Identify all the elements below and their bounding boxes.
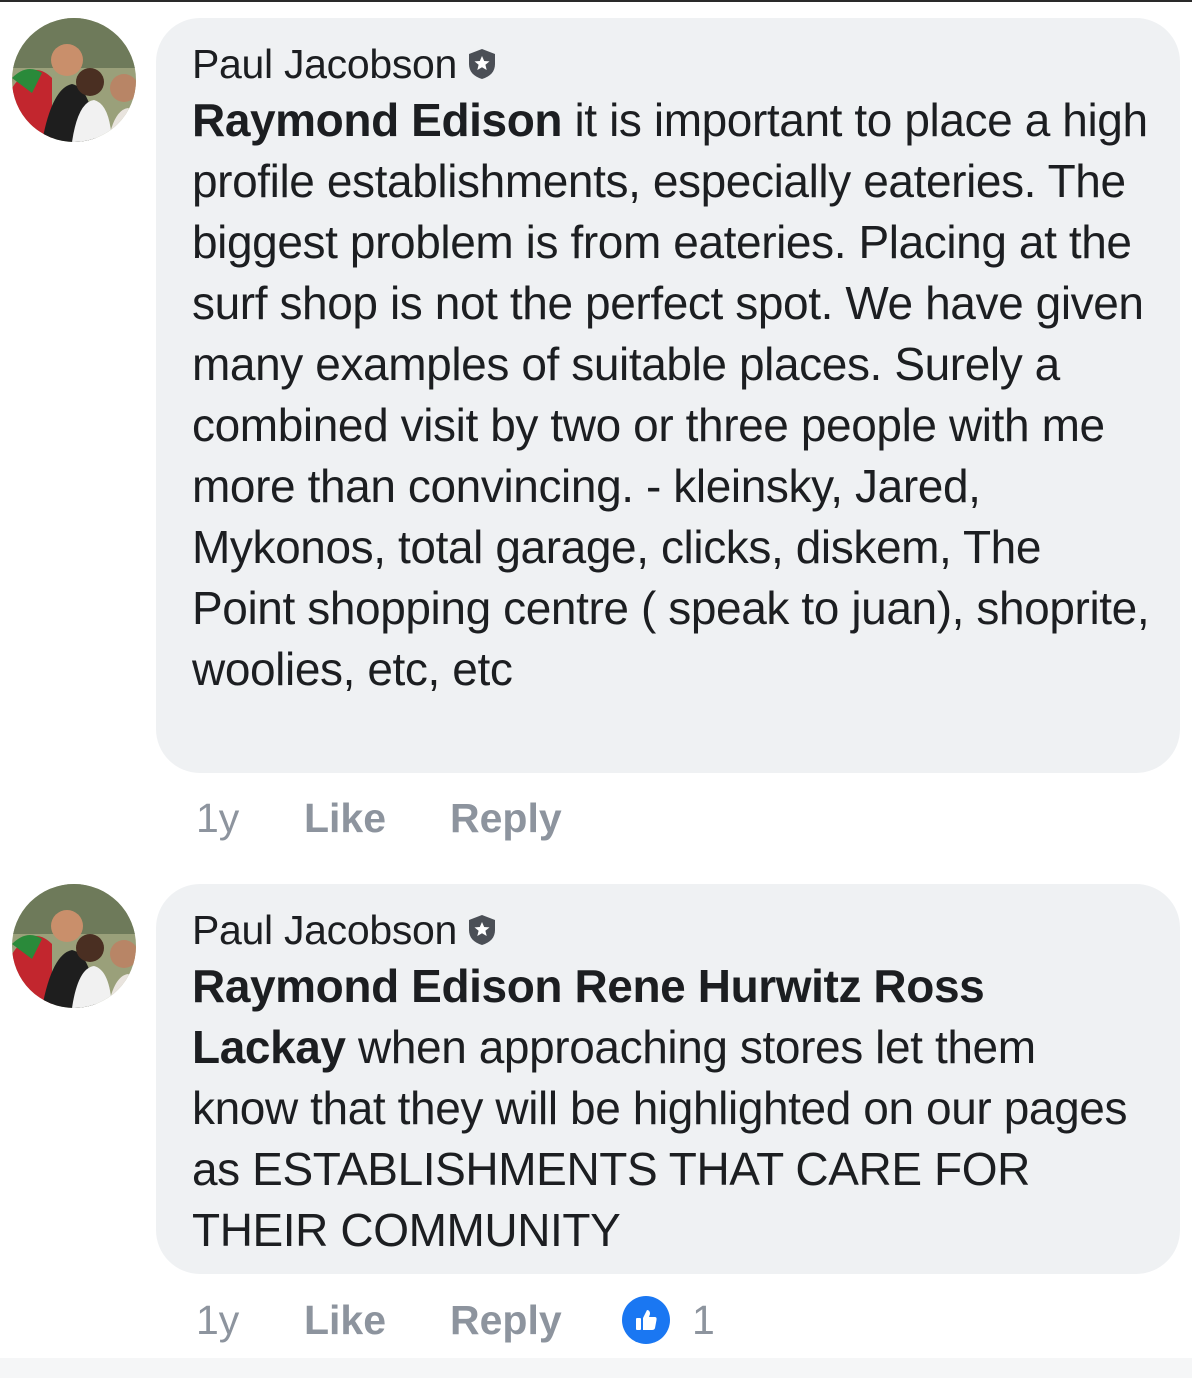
comment-actions: 1y Like Reply 1 (196, 1296, 715, 1344)
comment-text: Raymond Edison it is important to place … (192, 90, 1150, 700)
top-fan-shield-icon (469, 49, 496, 79)
author-name[interactable]: Paul Jacobson (192, 907, 457, 954)
author-name[interactable]: Paul Jacobson (192, 41, 457, 88)
like-thumb-icon (622, 1296, 670, 1344)
like-button[interactable]: Like (304, 1297, 450, 1344)
avatar-photo-icon (12, 884, 136, 1008)
comment-actions: 1y Like Reply (196, 795, 622, 842)
timestamp[interactable]: 1y (196, 1297, 304, 1344)
comment-body: it is important to place a high profile … (192, 94, 1150, 695)
comment-bubble: Paul Jacobson Raymond Edison Rene Hurwit… (156, 884, 1180, 1274)
avatar-photo-icon (12, 18, 136, 142)
avatar[interactable] (12, 884, 136, 1008)
comment-bubble: Paul Jacobson Raymond Edison it is impor… (156, 18, 1180, 773)
avatar[interactable] (12, 18, 136, 142)
reaction-count: 1 (692, 1296, 715, 1343)
timestamp[interactable]: 1y (196, 795, 304, 842)
bottom-edge (0, 1358, 1192, 1378)
author-row: Paul Jacobson (192, 38, 1150, 90)
top-fan-shield-icon (469, 915, 496, 945)
reply-button[interactable]: Reply (450, 795, 622, 842)
like-button[interactable]: Like (304, 795, 450, 842)
reply-button[interactable]: Reply (450, 1297, 622, 1344)
reaction-summary[interactable]: 1 (622, 1296, 715, 1344)
top-divider (0, 0, 1192, 2)
mention-link[interactable]: Raymond Edison (192, 94, 563, 146)
author-row: Paul Jacobson (192, 904, 1150, 956)
comment-text: Raymond Edison Rene Hurwitz Ross Lackay … (192, 956, 1150, 1261)
